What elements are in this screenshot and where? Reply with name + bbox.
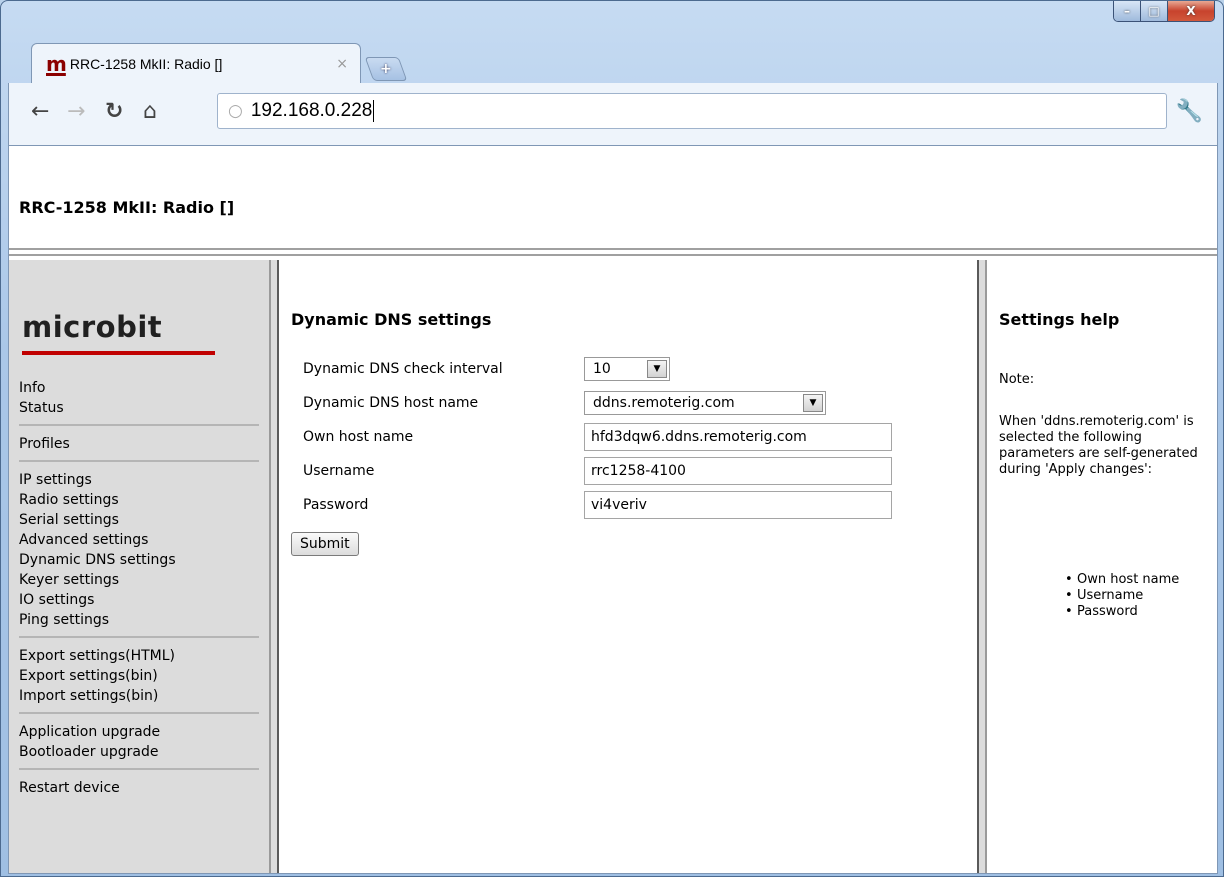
sidebar-item-export-bin[interactable]: Export settings(bin) xyxy=(19,666,259,686)
logo-underline xyxy=(22,351,215,355)
sidebar-item-ip-settings[interactable]: IP settings xyxy=(19,470,259,490)
sidebar-item-export-html[interactable]: Export settings(HTML) xyxy=(19,646,259,666)
sidebar-item-bootloader-upgrade[interactable]: Bootloader upgrade xyxy=(19,742,259,762)
page-columns: microbit Info Status Profiles IP setting… xyxy=(9,260,1217,873)
address-bar[interactable]: ○ 192.168.0.228 xyxy=(217,93,1167,129)
sidebar-item-profiles[interactable]: Profiles xyxy=(19,434,259,454)
address-url: 192.168.0.228 xyxy=(250,100,373,121)
sidebar-item-serial-settings[interactable]: Serial settings xyxy=(19,510,259,530)
nav-group-restart: Restart device xyxy=(19,778,259,804)
browser-window: – □ X m RRC-1258 MkII: Radio [] × + ← → … xyxy=(0,0,1224,877)
new-tab-button[interactable]: + xyxy=(364,57,408,81)
sidebar: microbit Info Status Profiles IP setting… xyxy=(9,260,271,873)
sidebar-item-application-upgrade[interactable]: Application upgrade xyxy=(19,722,259,742)
sidebar-item-info[interactable]: Info xyxy=(19,378,259,398)
browser-toolbar: ← → ↻ ⌂ ○ 192.168.0.228 🔧 xyxy=(8,83,1218,145)
main-panel: Dynamic DNS settings Dynamic DNS check i… xyxy=(279,260,979,873)
page-title: RRC-1258 MkII: Radio [] xyxy=(19,198,235,217)
page-header: RRC-1258 MkII: Radio [] xyxy=(9,146,1217,250)
form-row-check-interval: Dynamic DNS check interval 10 ▼ xyxy=(303,352,892,386)
sidebar-item-ping-settings[interactable]: Ping settings xyxy=(19,610,259,630)
back-arrow-icon[interactable]: ← xyxy=(31,101,49,123)
username-label: Username xyxy=(303,463,375,479)
help-list-item: Username xyxy=(1065,588,1195,604)
plus-icon: + xyxy=(380,61,392,77)
help-title: Settings help xyxy=(999,310,1120,329)
help-note-text: When 'ddns.remoterig.com' is selected th… xyxy=(999,414,1198,477)
sidebar-item-radio-settings[interactable]: Radio settings xyxy=(19,490,259,510)
forward-arrow-icon[interactable]: → xyxy=(67,101,85,123)
column-separator xyxy=(979,260,987,873)
help-panel: Settings help Note: When 'ddns.remoterig… xyxy=(987,260,1217,873)
check-interval-label: Dynamic DNS check interval xyxy=(303,361,503,377)
maximize-button[interactable]: □ xyxy=(1141,1,1168,21)
tab-close-icon[interactable]: × xyxy=(336,56,348,72)
browser-tab[interactable]: m RRC-1258 MkII: Radio [] × xyxy=(31,43,361,83)
column-separator xyxy=(271,260,279,873)
nav-group-export: Export settings(HTML) Export settings(bi… xyxy=(19,646,259,714)
help-list-item: Own host name xyxy=(1065,572,1195,588)
sidebar-item-io-settings[interactable]: IO settings xyxy=(19,590,259,610)
nav-group-upgrade: Application upgrade Bootloader upgrade xyxy=(19,722,259,770)
sidebar-item-keyer-settings[interactable]: Keyer settings xyxy=(19,570,259,590)
sidebar-item-dynamic-dns-settings[interactable]: Dynamic DNS settings xyxy=(19,550,259,570)
password-input[interactable] xyxy=(584,491,892,519)
form-row-host-name: Dynamic DNS host name ddns.remoterig.com… xyxy=(303,386,892,420)
password-label: Password xyxy=(303,497,369,513)
home-icon[interactable]: ⌂ xyxy=(143,101,157,123)
host-name-value: ddns.remoterig.com xyxy=(593,395,735,411)
own-host-name-input[interactable] xyxy=(584,423,892,451)
microbit-favicon-icon: m xyxy=(46,51,67,76)
own-host-name-label: Own host name xyxy=(303,429,414,445)
form-row-username: Username xyxy=(303,454,892,488)
header-divider xyxy=(9,250,1217,256)
ddns-form: Dynamic DNS check interval 10 ▼ Dynamic … xyxy=(303,352,892,522)
sidebar-item-restart-device[interactable]: Restart device xyxy=(19,778,259,798)
chevron-down-icon: ▼ xyxy=(803,394,823,412)
microbit-logo: microbit xyxy=(22,310,163,344)
nav-group-profiles: Profiles xyxy=(19,434,259,462)
submit-button[interactable]: Submit xyxy=(291,532,359,556)
form-row-password: Password xyxy=(303,488,892,522)
sidebar-nav: Info Status Profiles IP settings Radio s… xyxy=(19,378,259,812)
help-list: Own host name Username Password xyxy=(1065,572,1195,620)
chevron-down-icon: ▼ xyxy=(647,360,667,378)
nav-group-info: Info Status xyxy=(19,378,259,426)
reload-icon[interactable]: ↻ xyxy=(105,101,123,123)
close-window-button[interactable]: X xyxy=(1168,1,1214,21)
minimize-button[interactable]: – xyxy=(1114,1,1141,21)
wrench-icon[interactable]: 🔧 xyxy=(1176,99,1203,124)
host-name-select[interactable]: ddns.remoterig.com ▼ xyxy=(584,391,826,415)
nav-group-settings: IP settings Radio settings Serial settin… xyxy=(19,470,259,638)
window-controls: – □ X xyxy=(1113,1,1215,22)
form-row-own-host-name: Own host name xyxy=(303,420,892,454)
sidebar-item-status[interactable]: Status xyxy=(19,398,259,418)
page-content: RRC-1258 MkII: Radio [] microbit Info St… xyxy=(8,145,1218,874)
globe-icon: ○ xyxy=(228,101,243,121)
check-interval-select[interactable]: 10 ▼ xyxy=(584,357,670,381)
help-note-label: Note: xyxy=(999,372,1035,387)
host-name-label: Dynamic DNS host name xyxy=(303,395,479,411)
username-input[interactable] xyxy=(584,457,892,485)
sidebar-item-import-bin[interactable]: Import settings(bin) xyxy=(19,686,259,706)
check-interval-value: 10 xyxy=(593,361,611,377)
section-title: Dynamic DNS settings xyxy=(291,310,492,329)
sidebar-item-advanced-settings[interactable]: Advanced settings xyxy=(19,530,259,550)
tab-title: RRC-1258 MkII: Radio [] xyxy=(69,55,223,72)
help-list-item: Password xyxy=(1065,604,1195,620)
text-caret xyxy=(373,100,375,122)
